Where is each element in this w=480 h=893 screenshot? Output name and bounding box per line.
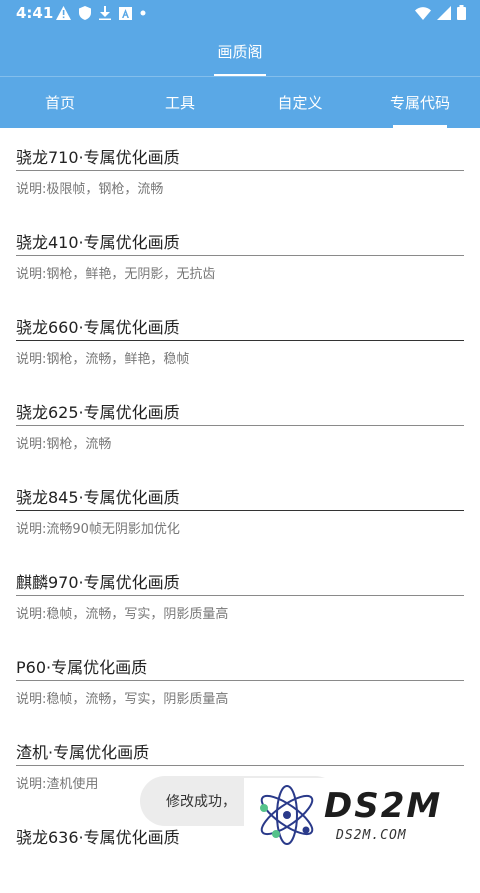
item-title: 渣机·专属优化画质 (16, 743, 150, 762)
tab-custom[interactable]: 自定义 (240, 77, 360, 128)
watermark-url: DS2M.COM (336, 828, 407, 843)
item-description: 说明:稳帧，流畅，写实，阴影质量高 (16, 607, 229, 622)
item-title: 骁龙710·专属优化画质 (16, 148, 180, 167)
item-divider (16, 340, 464, 341)
status-notification-icons (56, 4, 146, 22)
wifi-icon (415, 5, 431, 24)
item-divider (16, 425, 464, 426)
tab-home[interactable]: 首页 (0, 77, 120, 128)
item-description: 说明:极限帧，钢枪，流畅 (16, 182, 164, 197)
status-bar: 4:41 (0, 0, 480, 26)
item-divider (16, 510, 464, 511)
list-item[interactable]: 骁龙710·专属优化画质 说明:极限帧，钢枪，流畅 (0, 128, 480, 213)
item-description: 说明:稳帧，流畅，写实，阴影质量高 (16, 692, 229, 707)
item-divider (16, 170, 464, 171)
tab-exclusive-code[interactable]: 专属代码 (360, 77, 480, 128)
battery-icon (457, 5, 466, 24)
toast-text: 修改成功， (166, 794, 236, 810)
item-description: 说明:渣机使用 (16, 777, 99, 792)
list-item[interactable]: 骁龙660·专属优化画质 说明:钢枪，流畅，鲜艳，稳帧 (0, 298, 480, 383)
download-icon (99, 6, 111, 20)
item-title: P60·专属优化画质 (16, 658, 148, 677)
tab-bar: 首页 工具 自定义 专属代码 (0, 76, 480, 128)
item-divider (16, 595, 464, 596)
item-title: 骁龙636·专属优化画质 (16, 828, 180, 847)
list-item[interactable]: 骁龙410·专属优化画质 说明:钢枪，鲜艳，无阴影，无抗齿 (0, 213, 480, 298)
font-icon (119, 6, 132, 20)
item-description: 说明:流畅90帧无阴影加优化 (16, 522, 180, 537)
item-title: 骁龙845·专属优化画质 (16, 488, 180, 507)
watermark-brand: DS2M (324, 786, 443, 826)
list-item[interactable]: 骁龙625·专属优化画质 说明:钢枪，流畅 (0, 383, 480, 468)
status-system-icons (415, 5, 466, 24)
item-description: 说明:钢枪，流畅 (16, 437, 112, 452)
item-divider (16, 765, 464, 766)
item-title: 骁龙660·专属优化画质 (16, 318, 180, 337)
status-time: 4:41 (16, 4, 54, 22)
tab-tools[interactable]: 工具 (120, 77, 240, 128)
item-title: 麒麟970·专属优化画质 (16, 573, 180, 592)
item-title: 骁龙625·专属优化画质 (16, 403, 180, 422)
app-bar: 画质阁 (0, 26, 480, 76)
item-divider (16, 255, 464, 256)
dot-icon (140, 10, 146, 16)
app-title: 画质阁 (217, 43, 263, 61)
list-item[interactable]: 麒麟970·专属优化画质 说明:稳帧，流畅，写实，阴影质量高 (0, 553, 480, 638)
atom-logo-icon (260, 785, 314, 845)
item-divider (16, 680, 464, 681)
item-title: 骁龙410·专属优化画质 (16, 233, 180, 252)
list-item[interactable]: P60·专属优化画质 说明:稳帧，流畅，写实，阴影质量高 (0, 638, 480, 723)
watermark: DS2M DS2M.COM (244, 778, 480, 853)
warning-icon (56, 6, 71, 20)
list-item[interactable]: 骁龙845·专属优化画质 说明:流畅90帧无阴影加优化 (0, 468, 480, 553)
signal-icon (437, 5, 451, 24)
item-description: 说明:钢枪，鲜艳，无阴影，无抗齿 (16, 267, 216, 282)
item-description: 说明:钢枪，流畅，鲜艳，稳帧 (16, 352, 190, 367)
shield-icon (79, 6, 91, 20)
